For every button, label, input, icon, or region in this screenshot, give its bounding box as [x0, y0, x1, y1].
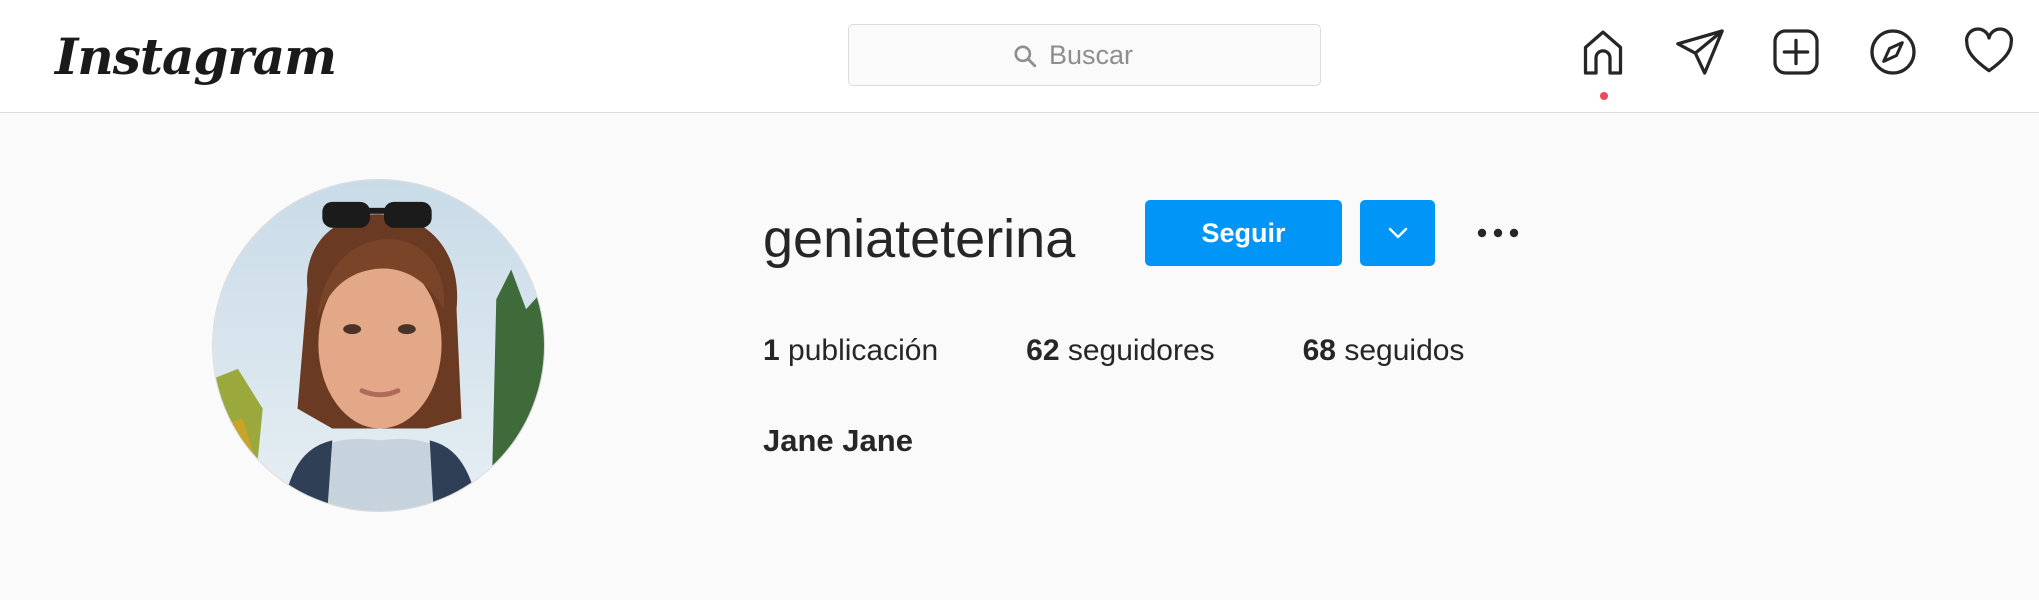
- explore-compass-icon: [1870, 29, 1916, 75]
- search-input[interactable]: [849, 25, 1320, 85]
- profile-avatar[interactable]: [212, 179, 545, 512]
- activity-heart-icon: [1964, 27, 2014, 73]
- followers-link[interactable]: 62 seguidores: [1026, 330, 1214, 372]
- notification-dot: [1600, 92, 1608, 100]
- posts-count[interactable]: 1 publicación: [763, 330, 938, 372]
- instagram-logo[interactable]: Instagram: [55, 22, 337, 92]
- home-icon: [1583, 30, 1623, 75]
- home-button[interactable]: [1575, 24, 1631, 86]
- top-navigation-bar: Instagram: [0, 0, 2039, 113]
- activity-button[interactable]: [1961, 24, 2017, 86]
- posts-count-label: publicación: [788, 334, 939, 367]
- followers-count-value: 62: [1026, 334, 1060, 367]
- explore-button[interactable]: [1865, 24, 1921, 86]
- posts-count-value: 1: [763, 334, 780, 367]
- new-post-button[interactable]: [1768, 24, 1824, 86]
- search-box[interactable]: [848, 24, 1321, 86]
- following-count-label: seguidos: [1344, 334, 1465, 367]
- suggested-accounts-dropdown-button[interactable]: [1360, 200, 1435, 266]
- following-count-value: 68: [1302, 334, 1336, 367]
- direct-send-icon: [1676, 29, 1724, 75]
- profile-username: geniateterina: [763, 209, 1076, 269]
- more-horizontal-icon: [1477, 228, 1519, 238]
- profile-stats: 1 publicación 62 seguidores 68 seguidos: [763, 330, 1552, 372]
- following-link[interactable]: 68 seguidos: [1303, 330, 1465, 372]
- more-options-button[interactable]: [1470, 210, 1526, 256]
- new-post-icon: [1773, 29, 1819, 75]
- chevron-down-icon: [1388, 227, 1407, 239]
- avatar-photo: [213, 180, 544, 511]
- profile-full-name: Jane Jane: [763, 423, 913, 458]
- follow-button[interactable]: Seguir: [1145, 200, 1342, 266]
- direct-messages-button[interactable]: [1672, 24, 1728, 86]
- followers-count-label: seguidores: [1067, 334, 1215, 367]
